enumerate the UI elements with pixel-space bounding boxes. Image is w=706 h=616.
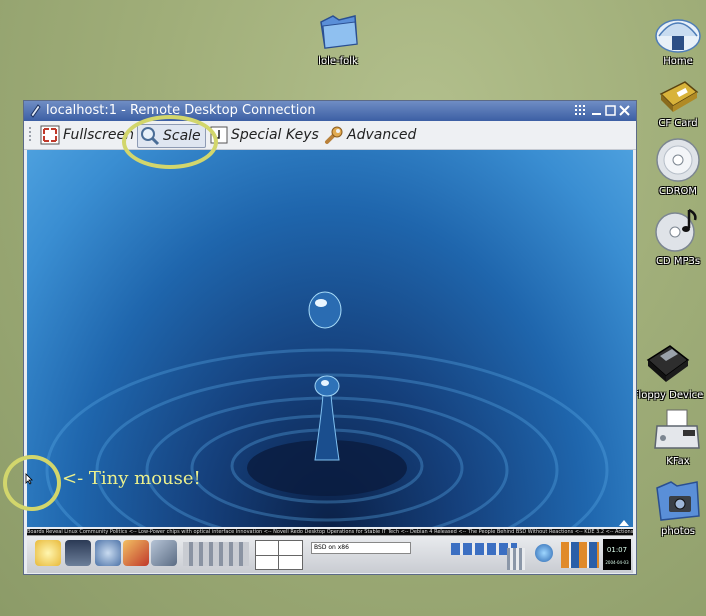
desktop-icon-label: CD MP3s (655, 256, 701, 267)
desktop-icon-label: lole-folk (318, 56, 358, 67)
remote-kde-panel: BSD on x86 01:07 2004-04-03 (27, 535, 633, 573)
minimize-icon[interactable] (590, 104, 603, 117)
cd-mp3-icon (655, 208, 697, 252)
monitor-icon[interactable] (65, 540, 91, 566)
desktop-icon-label: CF Card (658, 118, 698, 129)
globe-icon[interactable] (535, 544, 553, 562)
tiny-mouse-cursor-icon (25, 473, 33, 485)
advanced-label: Advanced (347, 127, 417, 143)
window-toolbar: Fullscreen Scale Special Keys Advanced (24, 121, 636, 150)
desktop-icon-label: Floppy Device (632, 390, 704, 401)
tiny-mouse-annotation: <- Tiny mouse! (62, 468, 201, 489)
maximize-icon[interactable] (604, 104, 617, 117)
cdrom-icon (656, 138, 700, 182)
desktop-icon-label: CDROM (658, 186, 698, 197)
special-keys-label: Special Keys (231, 127, 319, 143)
floppy-icon (646, 345, 690, 382)
home-icon (655, 19, 701, 53)
wrench-icon (325, 126, 343, 144)
network-icon[interactable] (95, 540, 121, 566)
special-keys-button[interactable]: Special Keys (210, 124, 319, 146)
window-menu-icon[interactable] (574, 104, 587, 117)
desktop-icon-cf-card[interactable]: CF Card (638, 76, 706, 129)
advanced-button[interactable]: Advanced (324, 124, 416, 146)
tools-icon[interactable] (123, 540, 149, 566)
fullscreen-icon (40, 125, 60, 145)
remote-arrow-icon (619, 520, 629, 526)
toolbar-grip-icon (29, 127, 31, 141)
close-icon[interactable] (618, 104, 631, 117)
desktop-icon-label: photos (660, 526, 696, 537)
remote-desktop-window: localhost:1 - Remote Desktop Connection … (23, 100, 637, 575)
desktop-icon-cd-mp3[interactable]: CD MP3s (638, 206, 706, 267)
scale-highlight-circle (122, 115, 218, 169)
desktop-icon-label: KFax (666, 456, 690, 467)
pager[interactable] (255, 540, 303, 570)
desktop-icon-label: Home (663, 56, 693, 67)
fax-icon (654, 409, 700, 449)
clock-time: 01:07 (606, 546, 628, 554)
clock-date: 2004-04-03 (605, 560, 629, 565)
systray-icons[interactable] (561, 542, 599, 568)
photos-icon (656, 481, 700, 521)
kde-menu-icon[interactable] (35, 540, 61, 566)
desktop-icon-fax[interactable]: KFax (638, 408, 706, 467)
desktop-icon-home[interactable]: Home (638, 8, 706, 67)
desktop-icon-photos[interactable]: photos (638, 476, 706, 537)
volume-sliders[interactable] (507, 548, 525, 570)
desktop-icon-floppy[interactable]: Floppy Device (628, 340, 706, 401)
taskbar-entry[interactable]: BSD on x86 (311, 542, 411, 554)
window-titlebar[interactable]: localhost:1 - Remote Desktop Connection (24, 101, 636, 121)
window-app-icon (30, 104, 41, 118)
cf-card-icon (659, 81, 699, 112)
quicklaunch-icons[interactable] (183, 542, 249, 566)
settings-icon[interactable] (151, 540, 177, 566)
desktop-icon-cdrom[interactable]: CDROM (638, 136, 706, 197)
panel-clock[interactable]: 01:07 2004-04-03 (603, 539, 631, 570)
desktop-icon-folder[interactable]: lole-folk (298, 8, 378, 67)
folder-icon (320, 15, 358, 49)
fullscreen-button[interactable]: Fullscreen (40, 124, 134, 146)
